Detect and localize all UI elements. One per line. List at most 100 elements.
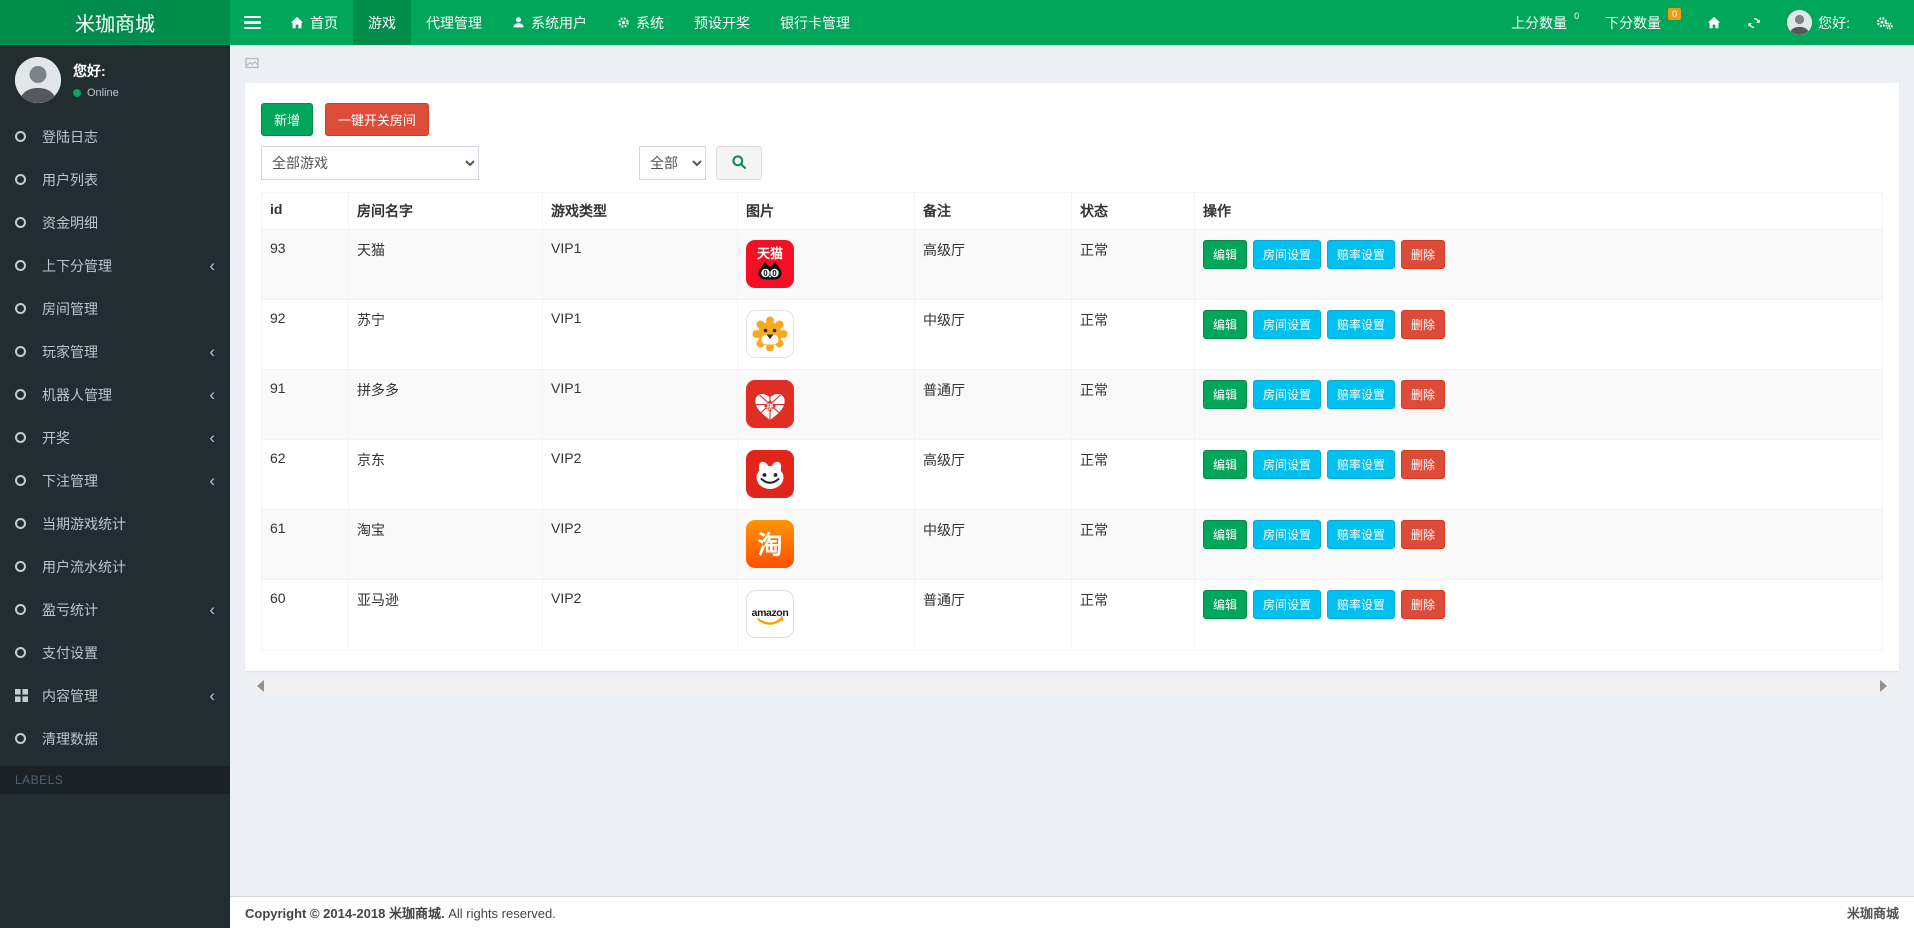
nav-item-agents[interactable]: 代理管理 (411, 0, 497, 45)
user-menu[interactable]: 您好: (1774, 0, 1863, 45)
room-settings-button[interactable]: 房间设置 (1253, 590, 1322, 619)
room-settings-button[interactable]: 房间设置 (1253, 380, 1322, 409)
sidebar-item-profit-stats[interactable]: 盈亏统计 ‹ (0, 588, 230, 631)
sidebar-user-panel: 您好: Online (0, 45, 230, 111)
delete-button[interactable]: 删除 (1401, 240, 1446, 269)
sidebar-item-clean-data[interactable]: 清理数据 (0, 717, 230, 760)
delete-button[interactable]: 删除 (1401, 380, 1446, 409)
sidebar-item-label: 房间管理 (42, 300, 98, 317)
amazon-icon: amazon (746, 590, 794, 638)
svg-text:0: 0 (772, 269, 777, 278)
odds-settings-button[interactable]: 赔率设置 (1327, 310, 1396, 339)
edit-button[interactable]: 编辑 (1203, 240, 1248, 269)
room-settings-button[interactable]: 房间设置 (1253, 520, 1322, 549)
online-status-label[interactable]: Online (87, 87, 119, 99)
sidebar-item-content-management[interactable]: 内容管理 ‹ (0, 674, 230, 717)
circle-icon (15, 303, 42, 314)
breadcrumb (230, 45, 1914, 83)
sidebar-item-user-list[interactable]: 用户列表 (0, 158, 230, 201)
circle-icon (15, 733, 42, 744)
scroll-left-arrow-icon[interactable] (257, 680, 264, 692)
cell-id: 92 (261, 299, 349, 370)
status-filter-select[interactable]: 全部 (639, 146, 706, 180)
settings-button[interactable] (1863, 0, 1906, 45)
svg-text:拼: 拼 (767, 402, 774, 411)
odds-settings-button[interactable]: 赔率设置 (1327, 590, 1396, 619)
home-icon (1707, 16, 1721, 30)
edit-button[interactable]: 编辑 (1203, 590, 1248, 619)
room-settings-button[interactable]: 房间设置 (1253, 450, 1322, 479)
sidebar-item-robot-management[interactable]: 机器人管理 ‹ (0, 373, 230, 416)
odds-settings-button[interactable]: 赔率设置 (1327, 240, 1396, 269)
sidebar-toggle-icon[interactable] (230, 0, 275, 45)
circle-icon (15, 475, 42, 486)
room-settings-button[interactable]: 房间设置 (1253, 240, 1322, 269)
sidebar-item-label: 当期游戏统计 (42, 515, 126, 532)
toggle-rooms-button[interactable]: 一键开关房间 (324, 103, 429, 136)
chevron-left-icon: ‹ (209, 342, 215, 361)
sidebar-item-payment-settings[interactable]: 支付设置 (0, 631, 230, 674)
delete-button[interactable]: 删除 (1401, 310, 1446, 339)
scroll-right-arrow-icon[interactable] (1880, 680, 1887, 692)
brand-logo[interactable]: 米珈商城 (0, 0, 230, 45)
sidebar-item-draw[interactable]: 开奖 ‹ (0, 416, 230, 459)
cell-status: 正常 (1071, 439, 1195, 510)
delete-button[interactable]: 删除 (1401, 520, 1446, 549)
delete-button[interactable]: 删除 (1401, 450, 1446, 479)
chevron-left-icon: ‹ (209, 471, 215, 490)
sidebar-item-player-management[interactable]: 玩家管理 ‹ (0, 330, 230, 373)
sidebar-item-user-flow-stats[interactable]: 用户流水统计 (0, 545, 230, 588)
column-header: 状态 (1071, 192, 1195, 230)
room-settings-button[interactable]: 房间设置 (1253, 310, 1322, 339)
content-area: 新增 一键开关房间 全部游戏 全部 id 房间名字 游戏类型 图片 备注 状态 操作 93 天… (230, 45, 1914, 896)
nav-item-label: 游戏 (368, 14, 396, 31)
odds-settings-button[interactable]: 赔率设置 (1327, 520, 1396, 549)
edit-button[interactable]: 编辑 (1203, 450, 1248, 479)
column-header: 操作 (1194, 192, 1883, 230)
add-button[interactable]: 新增 (261, 103, 314, 136)
svg-text:淘: 淘 (757, 531, 782, 560)
score-up-link[interactable]: 上分数量 0 (1498, 0, 1592, 45)
nav-item-bank-cards[interactable]: 银行卡管理 (765, 0, 865, 45)
sidebar-item-current-game-stats[interactable]: 当期游戏统计 (0, 502, 230, 545)
navbar-menu: 首页 游戏 代理管理 系统用户 系统 预设开奖 银行卡管理 (275, 0, 865, 45)
edit-button[interactable]: 编辑 (1203, 380, 1248, 409)
table-row: 61 淘宝 VIP2 淘 中级厅 正常 编辑 房间设置 赔率设置 删除 (261, 509, 1883, 580)
pinduoduo-icon: 拼 (746, 380, 794, 428)
column-header: 备注 (914, 192, 1072, 230)
search-button[interactable] (716, 146, 762, 180)
delete-button[interactable]: 删除 (1401, 590, 1446, 619)
edit-button[interactable]: 编辑 (1203, 310, 1248, 339)
home-shortcut-button[interactable] (1694, 0, 1734, 45)
sidebar-item-room-management[interactable]: 房间管理 (0, 287, 230, 330)
nav-item-preset-draw[interactable]: 预设开奖 (679, 0, 765, 45)
game-filter-select[interactable]: 全部游戏 (261, 146, 479, 180)
sidebar-item-bet-management[interactable]: 下注管理 ‹ (0, 459, 230, 502)
refresh-button[interactable] (1734, 0, 1774, 45)
footer-brand: 米珈商城 (1846, 906, 1899, 921)
sidebar-item-funds-detail[interactable]: 资金明细 (0, 201, 230, 244)
nav-item-games[interactable]: 游戏 (353, 0, 411, 45)
nav-item-label: 系统用户 (531, 14, 587, 31)
horizontal-scrollbar[interactable] (253, 676, 1891, 696)
nav-item-system-users[interactable]: 系统用户 (497, 0, 602, 45)
svg-text:天猫: 天猫 (757, 246, 783, 261)
score-down-link[interactable]: 下分数量 0 (1592, 0, 1694, 45)
sidebar-user-greeting: 您好: (73, 63, 106, 79)
chevron-left-icon: ‹ (209, 385, 215, 404)
nav-item-home[interactable]: 首页 (275, 0, 353, 45)
sidebar-item-label: 开奖 (42, 429, 70, 446)
edit-button[interactable]: 编辑 (1203, 520, 1248, 549)
sidebar-item-label: 支付设置 (42, 644, 98, 661)
table-row: 92 苏宁 VIP1 中级厅 正常 编辑 房间设置 赔率设置 删除 (261, 299, 1883, 370)
nav-item-system[interactable]: 系统 (602, 0, 679, 45)
sidebar-item-login-logs[interactable]: 登陆日志 (0, 115, 230, 158)
sidebar-item-score-management[interactable]: 上下分管理 ‹ (0, 244, 230, 287)
odds-settings-button[interactable]: 赔率设置 (1327, 380, 1396, 409)
cell-actions: 编辑 房间设置 赔率设置 删除 (1194, 229, 1883, 300)
cell-room-name: 拼多多 (348, 369, 543, 440)
odds-settings-button[interactable]: 赔率设置 (1327, 450, 1396, 479)
cell-room-name: 苏宁 (348, 299, 543, 370)
circle-icon (15, 346, 42, 357)
nav-item-label: 代理管理 (426, 14, 482, 31)
